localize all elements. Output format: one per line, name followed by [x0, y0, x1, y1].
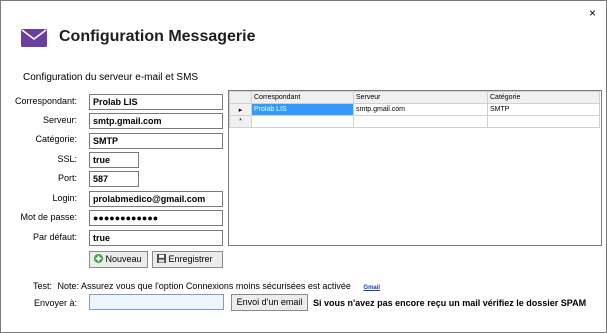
- port-label: Port:: [57, 173, 77, 183]
- grid-column-header[interactable]: Serveur: [353, 91, 488, 104]
- spam-hint: Si vous n'avez pas encore reçu un mail v…: [313, 298, 587, 308]
- enregistrer-label: Enregistrer: [168, 254, 213, 264]
- servers-grid[interactable]: Correspondant Serveur Catégorie ▸ Prolab…: [228, 90, 602, 246]
- test-label: Test:: [33, 281, 53, 291]
- nouveau-label: Nouveau: [105, 254, 142, 264]
- send-to-input[interactable]: [89, 294, 224, 310]
- gmail-link[interactable]: Gmail: [363, 285, 380, 291]
- grid-column-header[interactable]: Catégorie: [487, 91, 600, 104]
- pardefaut-field[interactable]: true: [89, 230, 223, 246]
- page-title: Configuration Messagerie: [59, 28, 256, 45]
- config-window: × Configuration Messagerie Configuration…: [0, 0, 607, 333]
- pardefaut-label: Par défaut:: [32, 232, 77, 242]
- grid-corner: [229, 91, 252, 104]
- categorie-field[interactable]: SMTP: [89, 133, 223, 149]
- ssl-label: SSL:: [57, 154, 77, 164]
- table-cell[interactable]: [251, 115, 354, 128]
- login-label: Login:: [52, 193, 77, 203]
- plus-icon: [94, 254, 103, 263]
- close-button[interactable]: ×: [589, 7, 596, 19]
- envelope-icon: [21, 29, 47, 47]
- section-title: Configuration du serveur e-mail et SMS: [23, 72, 199, 83]
- nouveau-button[interactable]: Nouveau: [89, 251, 148, 268]
- row-current-marker[interactable]: ▸: [229, 103, 252, 116]
- table-row[interactable]: ▸ Prolab LIS smtp.gmail.com SMTP: [229, 103, 600, 116]
- correspondant-label: Correspondant:: [14, 96, 77, 106]
- table-cell[interactable]: [353, 115, 488, 128]
- test-note-line: Test: Note: Assurez vous que l'option Co…: [33, 281, 380, 291]
- table-row-new[interactable]: *: [229, 115, 600, 128]
- ssl-field[interactable]: true: [89, 152, 139, 168]
- table-cell[interactable]: [487, 115, 600, 128]
- enregistrer-button[interactable]: Enregistrer: [152, 251, 223, 268]
- grid-column-header[interactable]: Correspondant: [251, 91, 354, 104]
- table-cell[interactable]: smtp.gmail.com: [353, 103, 488, 116]
- correspondant-field[interactable]: Prolab LIS: [89, 94, 223, 110]
- send-email-button[interactable]: Envoi d'un email: [231, 294, 308, 311]
- serveur-field[interactable]: smtp.gmail.com: [89, 113, 223, 129]
- login-field[interactable]: prolabmedico@gmail.com: [89, 191, 223, 207]
- test-note: Note: Assurez vous que l'option Connexio…: [57, 281, 351, 291]
- send-to-label: Envoyer à:: [33, 298, 77, 308]
- row-new-marker[interactable]: *: [229, 115, 252, 128]
- save-icon: [157, 254, 166, 263]
- table-cell[interactable]: SMTP: [487, 103, 600, 116]
- port-field[interactable]: 587: [89, 171, 139, 187]
- serveur-label: Serveur:: [42, 115, 77, 125]
- table-cell[interactable]: Prolab LIS: [251, 103, 354, 116]
- categorie-label: Catégorie:: [35, 134, 77, 144]
- password-field[interactable]: ●●●●●●●●●●●●: [89, 210, 223, 226]
- motdepasse-label: Mot de passe:: [20, 212, 77, 222]
